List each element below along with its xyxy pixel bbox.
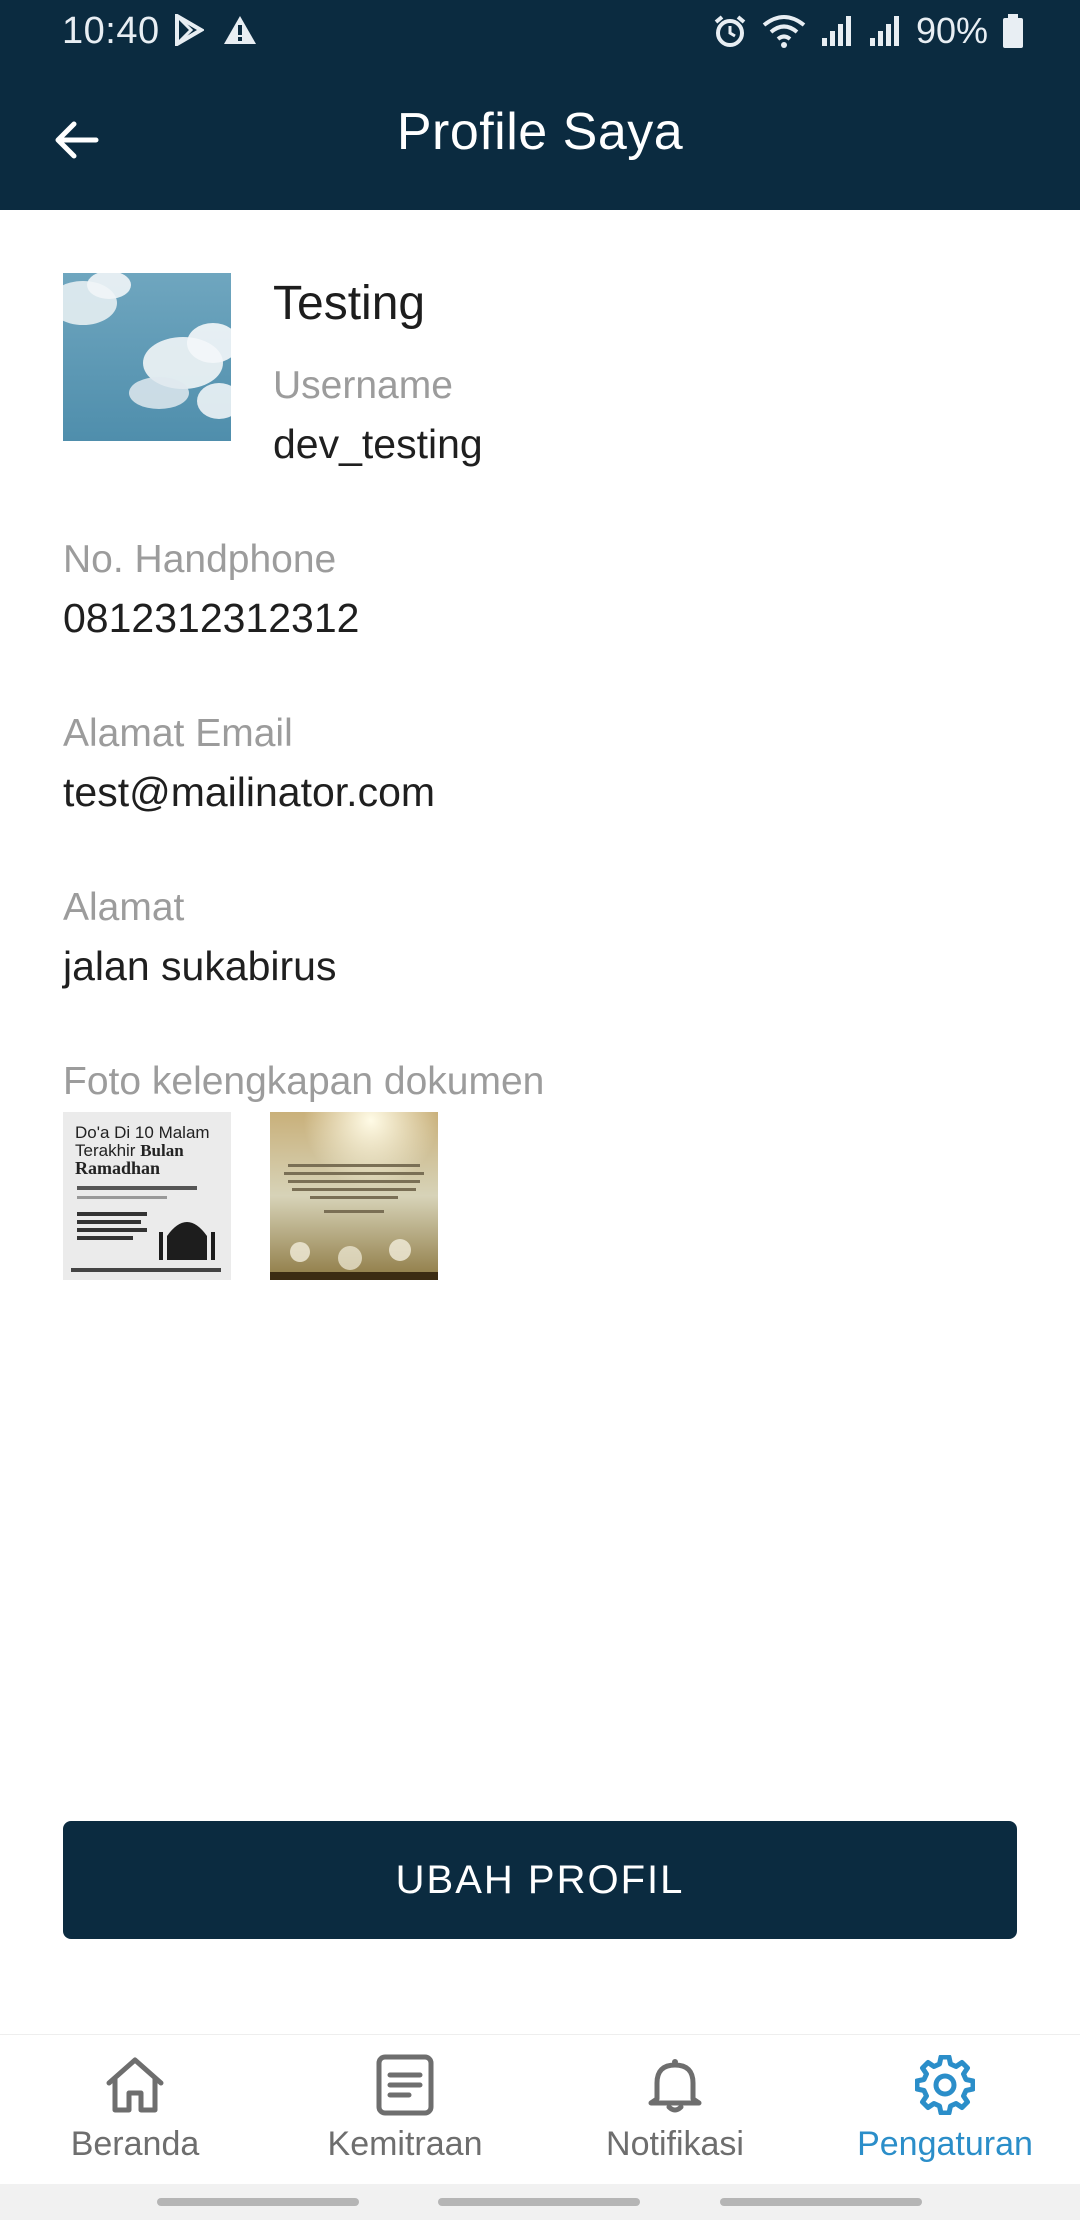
username-label: Username [273,364,453,407]
address-value: jalan sukabirus [63,943,337,989]
bell-icon [643,2053,707,2117]
gesture-pill [157,2198,359,2206]
gesture-pill [720,2198,922,2206]
gesture-pill [438,2198,640,2206]
documents-label: Foto kelengkapan dokumen [63,1060,545,1103]
document-thumbnail[interactable]: Do'a Di 10 Malam Terakhir Bulan Ramadhan [63,1112,231,1280]
nav-item-kemitraan[interactable]: Kemitraan [270,2035,540,2184]
play-store-icon [174,14,204,46]
alarm-icon [712,13,748,49]
address-label: Alamat [63,886,185,929]
battery-icon [1002,13,1024,49]
phone-value: 0812312312312 [63,595,360,641]
nav-label-beranda: Beranda [70,2125,200,2163]
nav-item-pengaturan[interactable]: Pengaturan [810,2035,1080,2184]
doc-title-line-1: Do'a Di 10 Malam [75,1123,210,1142]
doc-title-line-3: Ramadhan [75,1158,160,1178]
profile-avatar [63,273,231,441]
gesture-bar [0,2184,1080,2220]
document-icon [373,2053,437,2117]
username-value: dev_testing [273,421,483,467]
nav-label-pengaturan: Pengaturan [857,2125,1033,2163]
phone-label: No. Handphone [63,538,337,581]
status-bar: 10:40 90% [0,0,1080,66]
app-header: Profile Saya [0,66,1080,210]
bottom-navigation: Beranda Kemitraan Notifikasi Pengaturan [0,2034,1080,2184]
edit-profile-button[interactable]: UBAH PROFIL [63,1821,1017,1939]
warning-icon [222,14,258,46]
profile-screen: 10:40 90% Profile Saya Testing Username … [0,0,1080,2220]
nav-label-notifikasi: Notifikasi [606,2125,744,2163]
status-time: 10:40 [62,10,160,52]
battery-percentage: 90% [915,10,988,51]
status-right: 90% [712,10,1024,52]
status-left-icons [174,14,258,46]
wifi-icon [762,13,806,49]
nav-label-kemitraan: Kemitraan [327,2125,483,2163]
profile-name: Testing [273,277,426,330]
email-value: test@mailinator.com [63,769,436,815]
home-icon [103,2053,167,2117]
signal-icon [868,14,902,48]
app-top-bar: 10:40 90% Profile Saya [0,0,1080,210]
email-label: Alamat Email [63,712,293,755]
nav-item-beranda[interactable]: Beranda [0,2035,270,2184]
signal-icon [820,14,854,48]
document-thumbnail[interactable] [270,1112,438,1280]
page-title: Profile Saya [396,103,684,161]
nav-item-notifikasi[interactable]: Notifikasi [540,2035,810,2184]
gear-icon [913,2053,977,2117]
